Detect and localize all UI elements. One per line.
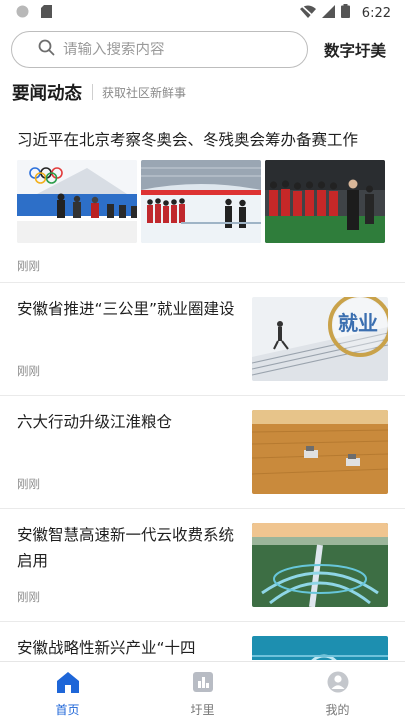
status-bar: 6:22 <box>0 0 405 26</box>
signal-icon <box>321 4 335 22</box>
news-image-ice-rink <box>141 160 261 243</box>
news-time: 刚刚 <box>17 590 40 604</box>
search-box[interactable] <box>11 31 308 68</box>
tab-label: 首页 <box>55 703 80 717</box>
news-title: 习近平在北京考察冬奥会、冬残奥会筹办备赛工作 <box>17 131 359 149</box>
home-icon <box>56 671 80 697</box>
tab-label: 我的 <box>325 703 350 717</box>
news-image-highway <box>252 523 388 607</box>
news-image-employment: 就业 <box>252 297 388 381</box>
news-image-industry <box>252 636 388 660</box>
news-title: 安徽智慧高速新一代云收费系统启用 <box>17 526 235 570</box>
news-image-olympic-rings <box>17 160 137 243</box>
news-item[interactable]: 六大行动升级江淮粮仓 刚刚 <box>0 396 405 509</box>
bottom-tab-bar: 首页 圩里 我的 <box>0 661 405 720</box>
news-item[interactable]: 安徽省推进“三公里”就业圈建设 刚刚 就业 <box>0 283 405 396</box>
tab-home[interactable]: 首页 <box>0 662 135 720</box>
news-image-row <box>17 160 385 243</box>
news-feed[interactable]: 习近平在北京考察冬奥会、冬残奥会筹办备赛工作 刚刚 安徽省推进“三公里”就业圈建… <box>0 110 405 660</box>
image-text-jiuye: 就业 <box>338 311 378 335</box>
news-item[interactable]: 安徽战略性新兴产业“十四 <box>0 622 405 660</box>
news-time: 刚刚 <box>17 259 40 273</box>
news-item-lead[interactable]: 习近平在北京考察冬奥会、冬残奥会筹办备赛工作 刚刚 <box>0 110 405 283</box>
news-title: 六大行动升级江淮粮仓 <box>17 413 173 431</box>
status-time: 6:22 <box>361 5 391 21</box>
section-subtitle: 获取社区新鲜事 <box>102 85 187 100</box>
brand-title: 数字圩美 <box>324 42 387 60</box>
wifi-off-icon <box>299 4 316 22</box>
news-title: 安徽省推进“三公里”就业圈建设 <box>17 300 235 318</box>
news-image-wheat-field <box>252 410 388 494</box>
news-time: 刚刚 <box>17 477 40 491</box>
village-icon <box>192 671 214 697</box>
record-indicator-icon <box>16 5 29 22</box>
news-time: 刚刚 <box>17 364 40 378</box>
sd-card-icon <box>41 4 52 22</box>
search-row: 数字圩美 <box>0 31 405 69</box>
section-title: 要闻动态 <box>12 83 82 104</box>
search-input[interactable] <box>63 41 283 58</box>
section-header: 要闻动态 获取社区新鲜事 <box>0 74 405 110</box>
tab-profile[interactable]: 我的 <box>270 662 405 720</box>
news-title: 安徽战略性新兴产业“十四 <box>17 639 196 657</box>
news-item[interactable]: 安徽智慧高速新一代云收费系统启用 刚刚 <box>0 509 405 622</box>
battery-icon <box>340 4 350 22</box>
section-divider <box>92 84 93 100</box>
news-image-athletes <box>265 160 385 243</box>
tab-label: 圩里 <box>190 703 215 717</box>
profile-icon <box>327 671 349 697</box>
tab-village[interactable]: 圩里 <box>135 662 270 720</box>
search-icon <box>38 39 55 60</box>
